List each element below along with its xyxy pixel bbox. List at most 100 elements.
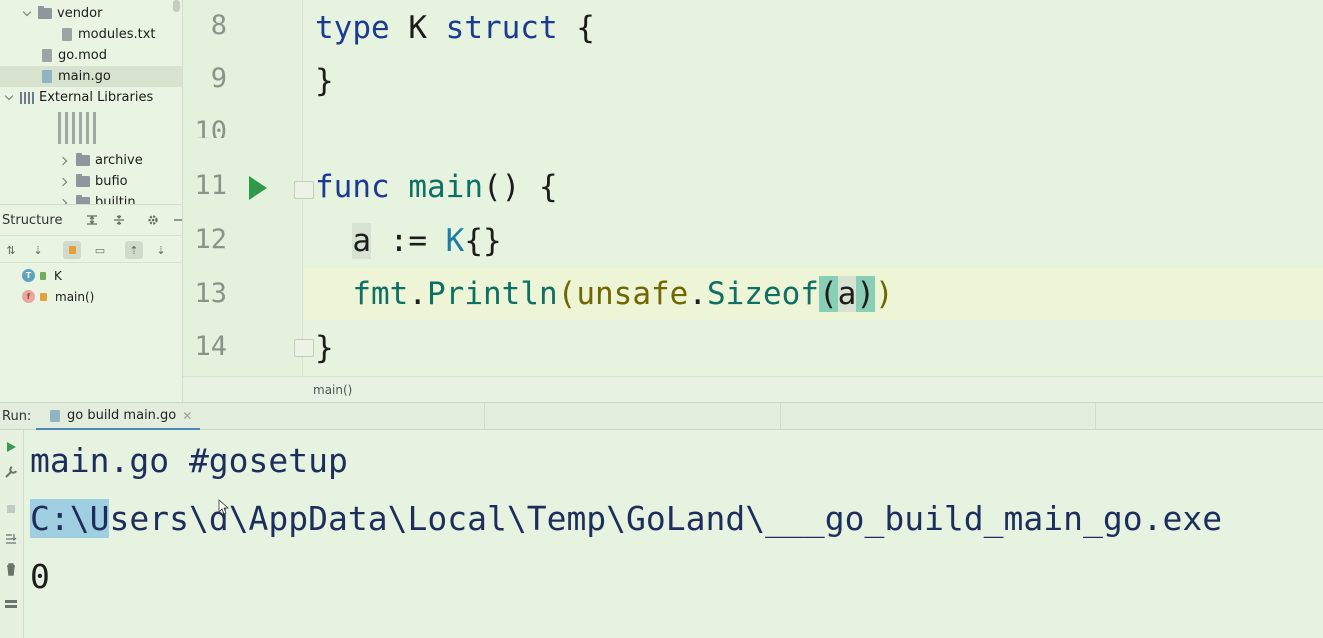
- divider: [484, 403, 485, 431]
- paren: (: [557, 276, 577, 312]
- text-file-icon: [62, 28, 72, 41]
- console-line-path: C:\Users\d\AppData\Local\Temp\GoLand\___…: [30, 490, 1222, 548]
- type-name: K: [445, 223, 465, 259]
- chevron-down-icon[interactable]: [4, 93, 14, 103]
- sort-visibility-icon[interactable]: ⇣: [29, 241, 47, 259]
- collapse-all-icon[interactable]: [113, 214, 125, 226]
- expand-all-icon[interactable]: [86, 214, 98, 226]
- keyword: func: [315, 169, 390, 205]
- function-call: Sizeof: [706, 276, 819, 312]
- tab-label: go build main.go: [67, 408, 177, 423]
- folder-icon: [76, 174, 90, 187]
- gear-icon[interactable]: [147, 214, 159, 226]
- tree-item-label: External Libraries: [39, 90, 154, 105]
- run-icon[interactable]: [249, 176, 267, 200]
- code-line-8: type K struct {: [315, 2, 595, 54]
- tree-item-label: archive: [95, 153, 143, 168]
- public-icon: [40, 271, 46, 280]
- line-number: 14: [194, 331, 227, 362]
- structure-panel: Structure ⇅ ⇣ ▭ ⇡ ⇣ T K f main(): [0, 204, 182, 402]
- mod-file-icon: [42, 49, 52, 62]
- run-side-toolbar: [0, 430, 24, 638]
- operator: :=: [371, 223, 446, 259]
- lock-icon: [40, 292, 47, 301]
- structure-item-label: K: [54, 268, 62, 283]
- tree-item-label: go.mod: [58, 48, 107, 63]
- code-line-13: fmt.Println(unsafe.Sizeof(a)): [315, 268, 894, 320]
- autoscroll-to-source-icon[interactable]: ⇡: [125, 241, 143, 259]
- breadcrumb[interactable]: main(): [183, 376, 1323, 402]
- line-number: 11: [194, 170, 227, 201]
- code-line-14: }: [315, 322, 334, 374]
- go-file-icon: [50, 409, 60, 422]
- console-output[interactable]: main.go #gosetup C:\Users\d\AppData\Loca…: [24, 430, 1323, 638]
- breadcrumb-item[interactable]: main(): [313, 377, 352, 403]
- tree-item-label: vendor: [57, 6, 103, 21]
- code-line-12: a := K{}: [315, 215, 502, 267]
- structure-item-label: main(): [55, 289, 95, 304]
- divider: [780, 403, 781, 431]
- console-line: main.go #gosetup: [30, 441, 348, 480]
- tab-go-build-main-go[interactable]: go build main.go ✕: [36, 403, 200, 431]
- show-fields-icon[interactable]: ▭: [91, 241, 109, 259]
- fold-marker-icon[interactable]: [293, 336, 315, 360]
- project-tree: vendor modules.txt go.mod main.go Extern…: [0, 0, 182, 204]
- package-name: unsafe: [576, 276, 689, 312]
- trash-icon[interactable]: [4, 562, 18, 576]
- type-name: K: [389, 10, 446, 46]
- console-text: sers\d\AppData\Local\Temp\GoLand\___go_b…: [109, 499, 1223, 538]
- divider: [1095, 403, 1096, 431]
- type-icon: T: [22, 269, 35, 282]
- rerun-icon[interactable]: [4, 440, 18, 454]
- tree-item-modules-txt[interactable]: modules.txt: [62, 24, 156, 45]
- brace: {: [557, 10, 595, 46]
- fold-marker-icon[interactable]: [293, 178, 315, 202]
- tree-item-archive[interactable]: archive: [60, 150, 143, 171]
- chevron-right-icon[interactable]: [60, 177, 70, 187]
- tree-item-builtin[interactable]: builtin: [60, 192, 136, 204]
- package-name: fmt: [352, 276, 409, 312]
- punctuation: () {: [482, 169, 558, 205]
- folder-icon: [76, 153, 90, 166]
- tree-item-vendor[interactable]: vendor: [22, 3, 102, 24]
- project-scrollbar[interactable]: [173, 0, 180, 12]
- sort-alpha-icon[interactable]: ⇅: [2, 241, 20, 259]
- tree-item-label: main.go: [58, 69, 111, 84]
- structure-item-k[interactable]: T K: [22, 265, 62, 286]
- folder-icon: [38, 6, 52, 19]
- code-editor[interactable]: 8 9 10 11 12 13 14 type K struct { } fun…: [182, 0, 1323, 402]
- tree-item-label: bufio: [95, 174, 128, 189]
- chevron-down-icon[interactable]: [22, 9, 32, 19]
- scroll-to-end-icon[interactable]: [4, 532, 18, 546]
- layout-icon[interactable]: [4, 597, 18, 611]
- line-number: 8: [210, 10, 227, 41]
- function-call: Println: [427, 276, 558, 312]
- matched-paren: (: [818, 276, 838, 312]
- matched-paren: ): [856, 276, 875, 312]
- structure-item-main[interactable]: f main(): [22, 286, 94, 307]
- tree-item-go-mod[interactable]: go.mod: [42, 45, 107, 66]
- chevron-right-icon[interactable]: [60, 156, 70, 166]
- code-line-11: func main() {: [315, 161, 558, 213]
- tree-item-external-libraries[interactable]: External Libraries: [4, 87, 153, 108]
- stop-icon[interactable]: [4, 502, 18, 516]
- wrench-icon[interactable]: [4, 465, 18, 479]
- tree-item-bufio[interactable]: bufio: [60, 171, 128, 192]
- editor-gutter: 8 9 10 11 12 13 14: [183, 0, 314, 376]
- sdk-root-item: [58, 112, 96, 144]
- autoscroll-from-source-icon[interactable]: ⇣: [152, 241, 170, 259]
- function-icon: f: [22, 290, 35, 303]
- line-number: 13: [194, 278, 227, 309]
- close-icon[interactable]: ✕: [182, 409, 192, 423]
- line-number: 9: [210, 63, 227, 94]
- keyword: type: [315, 10, 390, 46]
- brace: }: [315, 330, 334, 366]
- show-private-icon[interactable]: [63, 241, 81, 259]
- variable: a: [837, 276, 857, 312]
- mouse-cursor-icon: [218, 499, 230, 515]
- structure-toolbar: ⇅ ⇣ ▭ ⇡ ⇣: [0, 235, 182, 263]
- run-tool-window-header: Run: go build main.go ✕: [0, 402, 1323, 431]
- tree-item-main-go[interactable]: main.go: [0, 66, 182, 87]
- structure-title: Structure: [2, 212, 63, 228]
- tree-item-label: modules.txt: [78, 27, 156, 42]
